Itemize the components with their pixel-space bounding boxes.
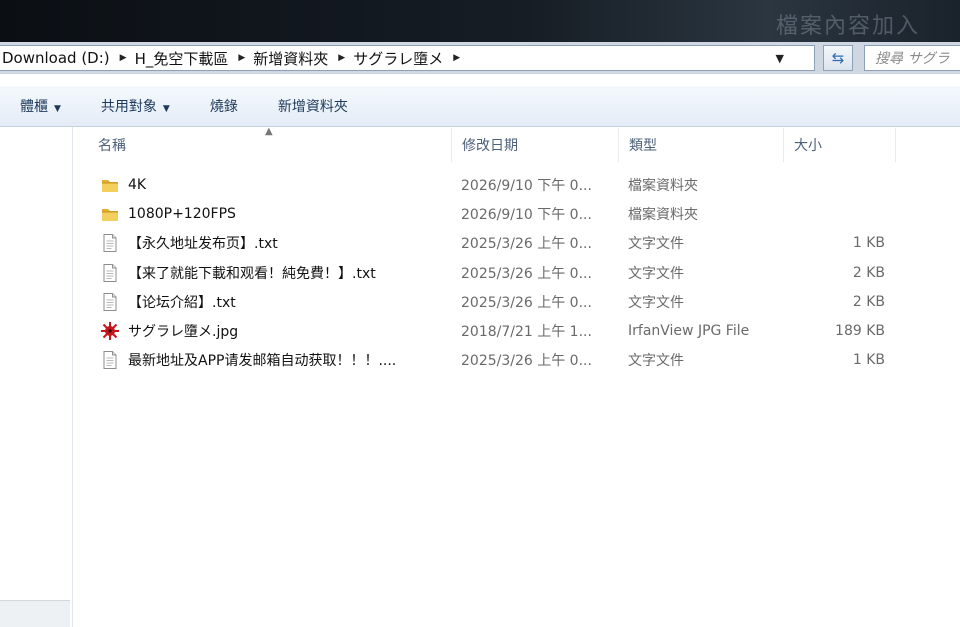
file-row[interactable]: 【论坛介紹】.txt 2025/3/26 上午 0... 文字文件 2 KB xyxy=(92,289,892,315)
new-folder-button[interactable]: 新增資料夾 xyxy=(258,96,368,116)
window-title: 檔案內容加入 xyxy=(775,14,920,39)
search-input[interactable]: 搜尋 サグラ xyxy=(864,45,960,71)
address-row: Download (D:) ▶ H_免空下載區 ▶ 新增資料夾 ▶ サグラレ墮メ… xyxy=(0,42,960,74)
file-type: 檔案資料夾 xyxy=(628,178,698,194)
file-row[interactable]: サグラレ墮メ.jpg 2018/7/21 上午 1... IrfanView JPG… xyxy=(92,318,892,344)
image-file-icon xyxy=(100,321,120,341)
organize-label: 體櫃 xyxy=(20,99,48,115)
file-size xyxy=(792,172,885,198)
file-name: サグラレ墮メ.jpg xyxy=(128,324,239,340)
refresh-icon: ⇆ xyxy=(831,49,845,67)
file-type: 文字文件 xyxy=(628,294,684,311)
file-name-cell[interactable]: 1080P+120FPS xyxy=(100,201,452,227)
chevron-down-icon: ▼ xyxy=(162,104,170,114)
file-name-cell[interactable]: 【来了就能下載和观看！純免費！】.txt xyxy=(100,260,452,286)
share-label: 共用對象 xyxy=(100,99,157,115)
search-placeholder: 搜尋 サグラ xyxy=(875,51,950,67)
file-size: 1 KB xyxy=(852,235,885,252)
breadcrumb-separator-icon[interactable]: ▶ xyxy=(234,53,251,63)
breadcrumb-folder-2[interactable]: 新增資料夾 xyxy=(251,48,334,69)
breadcrumb-folder-3[interactable]: サグラレ墮メ xyxy=(351,48,449,69)
refresh-button[interactable]: ⇆ xyxy=(823,45,853,71)
breadcrumb-separator-icon[interactable]: ▶ xyxy=(334,53,351,63)
file-type: 文字文件 xyxy=(628,236,684,253)
file-date: 2018/7/21 上午 1... xyxy=(461,324,592,340)
file-date: 2025/3/26 上午 0... xyxy=(461,265,592,282)
file-name-cell[interactable]: 【论坛介紹】.txt xyxy=(100,289,452,315)
file-row[interactable]: 【来了就能下載和观看！純免費！】.txt 2025/3/26 上午 0... 文字文… xyxy=(92,260,892,286)
file-type: 文字文件 xyxy=(628,265,684,282)
address-bar[interactable]: Download (D:) ▶ H_免空下載區 ▶ 新增資料夾 ▶ サグラレ墮メ… xyxy=(0,45,815,71)
file-type: 文字文件 xyxy=(628,353,684,370)
file-name-cell[interactable]: 【永久地址发布页】.txt xyxy=(100,230,452,256)
file-row[interactable]: 1080P+120FPS 2026/9/10 下午 0... 檔案資料夾 xyxy=(92,201,892,227)
file-date: 2025/3/26 上午 0... xyxy=(461,294,592,311)
file-date: 2025/3/26 上午 0... xyxy=(461,236,592,253)
file-name-cell[interactable]: 4K xyxy=(100,172,452,198)
file-name: 1080P+120FPS xyxy=(128,206,236,223)
folder-icon xyxy=(100,204,120,224)
file-name-cell[interactable]: 最新地址及APP请发邮箱自动获取！！！.... xyxy=(100,347,452,373)
file-row[interactable]: 4K 2026/9/10 下午 0... 檔案資料夾 xyxy=(92,172,892,198)
file-name: 【永久地址发布页】.txt xyxy=(128,236,278,253)
address-dropdown-icon[interactable]: ▼ xyxy=(776,52,784,65)
text-file-icon xyxy=(100,233,120,253)
navigation-pane[interactable] xyxy=(0,127,73,627)
file-date: 2026/9/10 下午 0... xyxy=(461,207,592,224)
file-size: 2 KB xyxy=(852,293,885,310)
file-name: 【来了就能下載和观看！純免費！】.txt xyxy=(128,265,376,282)
file-name: 最新地址及APP请发邮箱自动获取！！！.... xyxy=(128,353,397,370)
chevron-down-icon: ▼ xyxy=(54,104,61,114)
file-size xyxy=(792,201,885,227)
file-name-cell[interactable]: サグラレ墮メ.jpg xyxy=(100,318,452,344)
title-bar: 檔案內容加入 xyxy=(0,0,960,42)
file-size: 189 KB xyxy=(835,323,885,339)
file-row[interactable]: 【永久地址发布页】.txt 2025/3/26 上午 0... 文字文件 1 KB xyxy=(92,230,892,256)
file-name: 4K xyxy=(128,177,147,193)
column-header-type[interactable]: 類型 xyxy=(619,128,784,162)
column-header-date[interactable]: 修改日期 xyxy=(452,128,619,162)
breadcrumb-separator-icon[interactable]: ▶ xyxy=(116,53,133,63)
column-headers: ▲ 名稱 修改日期 類型 大小 xyxy=(84,126,960,162)
burn-button[interactable]: 燒錄 xyxy=(190,96,258,116)
organize-button[interactable]: 體櫃 ▼ xyxy=(0,96,81,116)
file-row[interactable]: 最新地址及APP请发邮箱自动获取！！！.... 2025/3/26 上午 0...… xyxy=(92,347,892,373)
file-date: 2025/3/26 上午 0... xyxy=(461,353,592,370)
navigation-pane-scrollbar[interactable] xyxy=(0,600,70,627)
folder-icon xyxy=(100,175,120,195)
file-type: 檔案資料夾 xyxy=(628,207,698,224)
column-header-name[interactable]: 名稱 xyxy=(88,128,452,162)
breadcrumb-separator-icon[interactable]: ▶ xyxy=(449,53,466,63)
column-header-size[interactable]: 大小 xyxy=(784,128,896,162)
command-bar: 體櫃 ▼ 共用對象 ▼ 燒錄 新增資料夾 xyxy=(0,86,960,127)
file-type: IrfanView JPG File xyxy=(628,323,750,339)
file-name: 【论坛介紹】.txt xyxy=(128,294,236,311)
breadcrumb-folder-1[interactable]: H_免空下載區 xyxy=(133,48,235,69)
breadcrumb-drive[interactable]: Download (D:) xyxy=(0,49,116,67)
text-file-icon xyxy=(100,292,120,312)
file-size: 2 KB xyxy=(852,264,885,281)
text-file-icon xyxy=(100,350,120,370)
text-file-icon xyxy=(100,263,120,283)
file-size: 1 KB xyxy=(852,352,885,369)
share-with-button[interactable]: 共用對象 ▼ xyxy=(81,96,190,116)
file-date: 2026/9/10 下午 0... xyxy=(461,178,592,194)
